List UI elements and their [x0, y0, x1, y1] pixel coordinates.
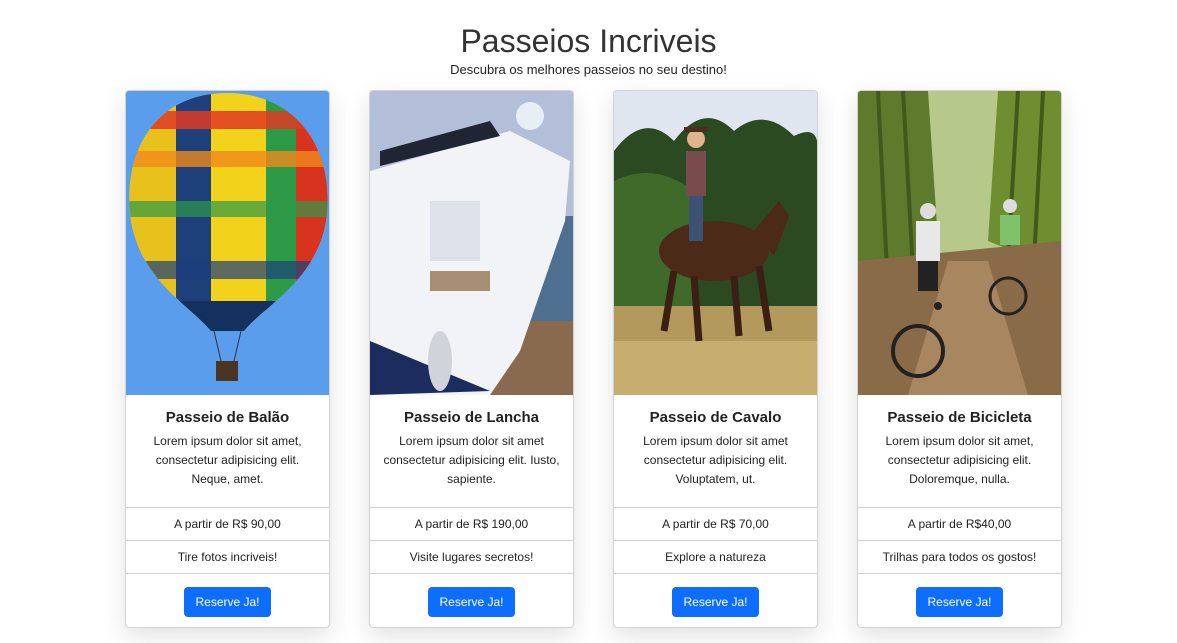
reserve-button[interactable]: Reserve Ja!	[428, 587, 515, 617]
card-body: Passeio de Balão Lorem ipsum dolor sit a…	[126, 395, 329, 507]
tour-card-boat: Passeio de Lancha Lorem ipsum dolor sit …	[369, 90, 574, 628]
card-text: Lorem ipsum dolor sit amet, consectetur …	[153, 434, 302, 486]
horse-rider-photo	[614, 91, 817, 395]
bicycle-trail-photo	[858, 91, 1061, 395]
card-title: Passeio de Bicicleta	[887, 409, 1032, 426]
card-price: A partir de R$ 190,00	[370, 507, 573, 540]
card-footer: Reserve Ja!	[614, 573, 817, 627]
card-title: Passeio de Lancha	[403, 409, 540, 426]
card-body: Passeio de Cavalo Lorem ipsum dolor sit …	[614, 395, 817, 507]
card-text: Lorem ipsum dolor sit amet, consectetur …	[885, 434, 1034, 486]
card-title: Passeio de Cavalo	[649, 409, 782, 426]
card-tagline: Tire fotos incriveis!	[126, 540, 329, 573]
card-tagline: Explore a natureza	[614, 540, 817, 573]
card-price: A partir de R$ 90,00	[126, 507, 329, 540]
reserve-button[interactable]: Reserve Ja!	[916, 587, 1003, 617]
card-price: A partir de R$ 70,00	[614, 507, 817, 540]
card-tagline: Visite lugares secretos!	[370, 540, 573, 573]
tour-card-list: Passeio de Balão Lorem ipsum dolor sit a…	[125, 90, 1062, 628]
speedboat-photo	[370, 91, 573, 395]
reserve-button[interactable]: Reserve Ja!	[184, 587, 271, 617]
page-subtitle: Descubra os melhores passeios no seu des…	[450, 62, 727, 77]
card-price: A partir de R$40,00	[858, 507, 1061, 540]
card-text: Lorem ipsum dolor sit amet consectetur a…	[383, 434, 560, 486]
hot-air-balloon-photo	[126, 91, 329, 395]
card-text: Lorem ipsum dolor sit amet consectetur a…	[643, 434, 788, 486]
tour-card-bicycle: Passeio de Bicicleta Lorem ipsum dolor s…	[857, 90, 1062, 628]
card-title: Passeio de Balão	[165, 409, 290, 426]
tour-card-balloon: Passeio de Balão Lorem ipsum dolor sit a…	[125, 90, 330, 628]
card-tagline: Trilhas para todos os gostos!	[858, 540, 1061, 573]
page-header: Passeios Incriveis Descubra os melhores …	[0, 0, 1177, 77]
card-footer: Reserve Ja!	[126, 573, 329, 627]
reserve-button[interactable]: Reserve Ja!	[672, 587, 759, 617]
card-body: Passeio de Lancha Lorem ipsum dolor sit …	[370, 395, 573, 507]
card-footer: Reserve Ja!	[370, 573, 573, 627]
card-footer: Reserve Ja!	[858, 573, 1061, 627]
tour-card-horse: Passeio de Cavalo Lorem ipsum dolor sit …	[613, 90, 818, 628]
card-body: Passeio de Bicicleta Lorem ipsum dolor s…	[858, 395, 1061, 507]
page-title: Passeios Incriveis	[460, 23, 717, 59]
